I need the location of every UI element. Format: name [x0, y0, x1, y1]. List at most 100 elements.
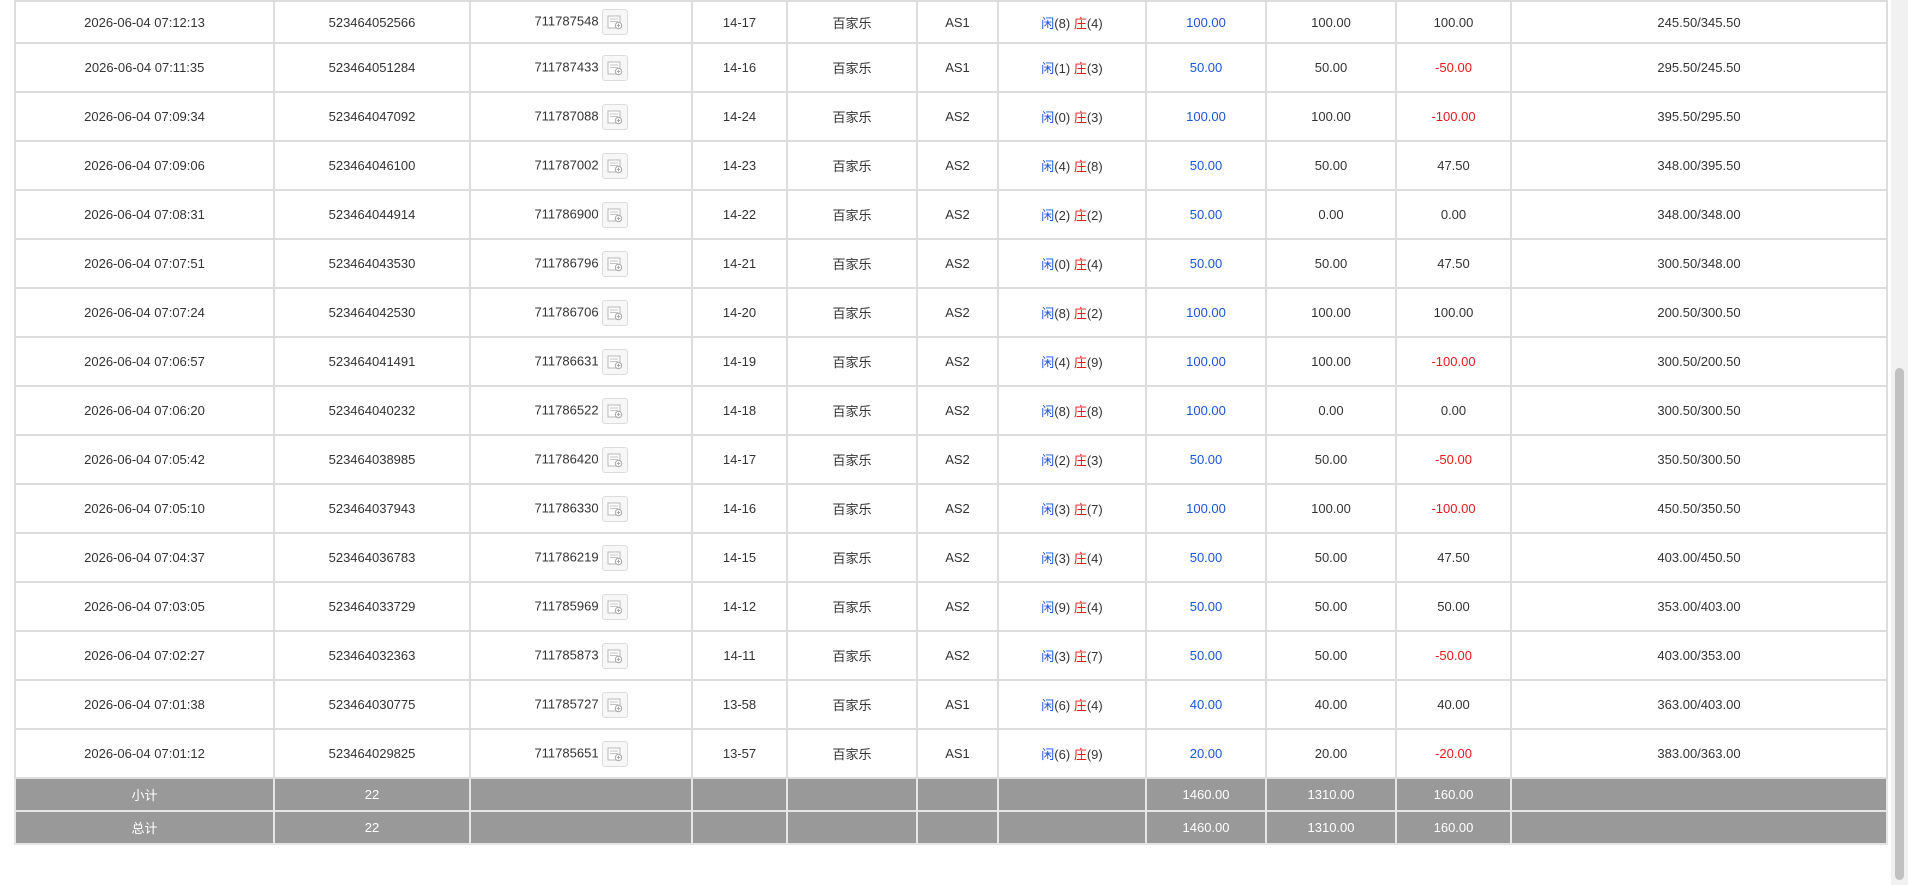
- table-row: 2026-06-04 07:03:05 523464033729 711785969…: [14, 581, 1888, 632]
- balance-change: 353.00/403.00: [1510, 581, 1888, 632]
- subtotal-empty-cell: [916, 777, 999, 812]
- subtotal-row: 小计 22 1460.00 1310.00 160.00: [14, 777, 1888, 812]
- balance-change: 245.50/345.50: [1510, 0, 1888, 44]
- total-empty-cell: [997, 810, 1147, 845]
- table-row: 2026-06-04 07:04:37 523464036783 711786219…: [14, 532, 1888, 583]
- bet-id: 523464051284: [273, 42, 471, 93]
- bet-id: 523464041491: [273, 336, 471, 387]
- balance-change: 200.50/300.50: [1510, 287, 1888, 338]
- win-loss: 100.00: [1395, 0, 1512, 44]
- bet-time: 2026-06-04 07:11:35: [14, 42, 275, 93]
- game-type: 百家乐: [786, 238, 918, 289]
- win-loss: 47.50: [1395, 140, 1512, 191]
- valid-bet: 100.00: [1265, 483, 1397, 534]
- valid-bet: 40.00: [1265, 679, 1397, 730]
- result-detail-icon[interactable]: [601, 495, 628, 522]
- scrollbar-thumb[interactable]: [1895, 368, 1904, 880]
- vertical-scrollbar[interactable]: [1891, 0, 1908, 885]
- round-id: 711787433: [534, 58, 599, 74]
- player-points: (2): [1054, 453, 1071, 468]
- round-id: 711786900: [534, 205, 599, 221]
- banker-label: 庄: [1073, 600, 1087, 615]
- player-points: (6): [1054, 698, 1071, 713]
- result-detail-icon[interactable]: [601, 740, 628, 767]
- result-detail-icon[interactable]: [601, 250, 628, 277]
- bet-id: 523464046100: [273, 140, 471, 191]
- player-points: (8): [1054, 306, 1071, 321]
- bet-amount: 100.00: [1145, 0, 1267, 44]
- bet-id: 523464030775: [273, 679, 471, 730]
- bet-amount: 50.00: [1145, 238, 1267, 289]
- result-detail-icon[interactable]: [601, 201, 628, 228]
- table-name: AS2: [916, 336, 999, 387]
- round-id-cell: 711785651: [469, 728, 693, 779]
- table-name: AS2: [916, 532, 999, 583]
- bet-id: 523464036783: [273, 532, 471, 583]
- round-id-cell: 711786522: [469, 385, 693, 436]
- result-detail-icon[interactable]: [601, 348, 628, 375]
- bet-amount: 50.00: [1145, 434, 1267, 485]
- banker-points: (4): [1086, 551, 1103, 566]
- round-id: 711787088: [534, 107, 599, 123]
- player-label: 闲: [1041, 551, 1055, 566]
- win-loss: 40.00: [1395, 679, 1512, 730]
- result-detail-icon[interactable]: [601, 691, 628, 718]
- win-loss: -50.00: [1395, 42, 1512, 93]
- result-detail-icon[interactable]: [601, 9, 628, 35]
- player-label: 闲: [1041, 61, 1055, 76]
- bet-amount: 100.00: [1145, 91, 1267, 142]
- banker-points: (4): [1086, 698, 1103, 713]
- banker-points: (2): [1086, 208, 1103, 223]
- table-name: AS2: [916, 434, 999, 485]
- result-detail-icon[interactable]: [601, 446, 628, 473]
- banker-label: 庄: [1073, 15, 1087, 31]
- bet-id: 523464044914: [273, 189, 471, 240]
- bet-time: 2026-06-04 07:05:10: [14, 483, 275, 534]
- banker-points: (3): [1086, 110, 1103, 125]
- result-detail-icon[interactable]: [601, 397, 628, 424]
- result-detail-icon[interactable]: [601, 54, 628, 81]
- valid-bet: 100.00: [1265, 0, 1397, 44]
- result-detail-icon[interactable]: [601, 544, 628, 571]
- result-detail-icon[interactable]: [601, 593, 628, 620]
- table-name: AS2: [916, 581, 999, 632]
- bet-time: 2026-06-04 07:01:12: [14, 728, 275, 779]
- result-detail-icon[interactable]: [601, 152, 628, 179]
- shoe-number: 13-57: [691, 728, 788, 779]
- result-detail-icon[interactable]: [601, 642, 628, 669]
- round-id: 711786219: [534, 548, 599, 564]
- total-empty-cell: [916, 810, 999, 845]
- table-row: 2026-06-04 07:05:10 523464037943 711786330…: [14, 483, 1888, 534]
- shoe-number: 14-18: [691, 385, 788, 436]
- valid-bet: 50.00: [1265, 581, 1397, 632]
- valid-bet: 100.00: [1265, 287, 1397, 338]
- win-loss: -20.00: [1395, 728, 1512, 779]
- total-empty-cell: [1510, 810, 1888, 845]
- total-label: 总计: [14, 810, 275, 845]
- player-label: 闲: [1041, 747, 1055, 762]
- banker-label: 庄: [1073, 649, 1087, 664]
- table-name: AS2: [916, 385, 999, 436]
- bet-time: 2026-06-04 07:02:27: [14, 630, 275, 681]
- valid-bet: 50.00: [1265, 238, 1397, 289]
- bet-time: 2026-06-04 07:06:57: [14, 336, 275, 387]
- bet-time: 2026-06-04 07:01:38: [14, 679, 275, 730]
- result-detail-icon[interactable]: [601, 103, 628, 130]
- valid-bet: 0.00: [1265, 385, 1397, 436]
- round-id: 711785651: [534, 744, 599, 760]
- player-points: (0): [1054, 257, 1071, 272]
- result-detail-icon[interactable]: [601, 299, 628, 326]
- banker-points: (8): [1086, 404, 1103, 419]
- balance-change: 383.00/363.00: [1510, 728, 1888, 779]
- bet-amount: 100.00: [1145, 385, 1267, 436]
- game-type: 百家乐: [786, 287, 918, 338]
- round-id-cell: 711787433: [469, 42, 693, 93]
- player-points: (3): [1054, 649, 1071, 664]
- total-win-loss: 160.00: [1395, 810, 1512, 845]
- banker-points: (3): [1086, 453, 1103, 468]
- player-points: (0): [1054, 110, 1071, 125]
- shoe-number: 14-24: [691, 91, 788, 142]
- game-type: 百家乐: [786, 42, 918, 93]
- win-loss: -100.00: [1395, 91, 1512, 142]
- table-name: AS2: [916, 91, 999, 142]
